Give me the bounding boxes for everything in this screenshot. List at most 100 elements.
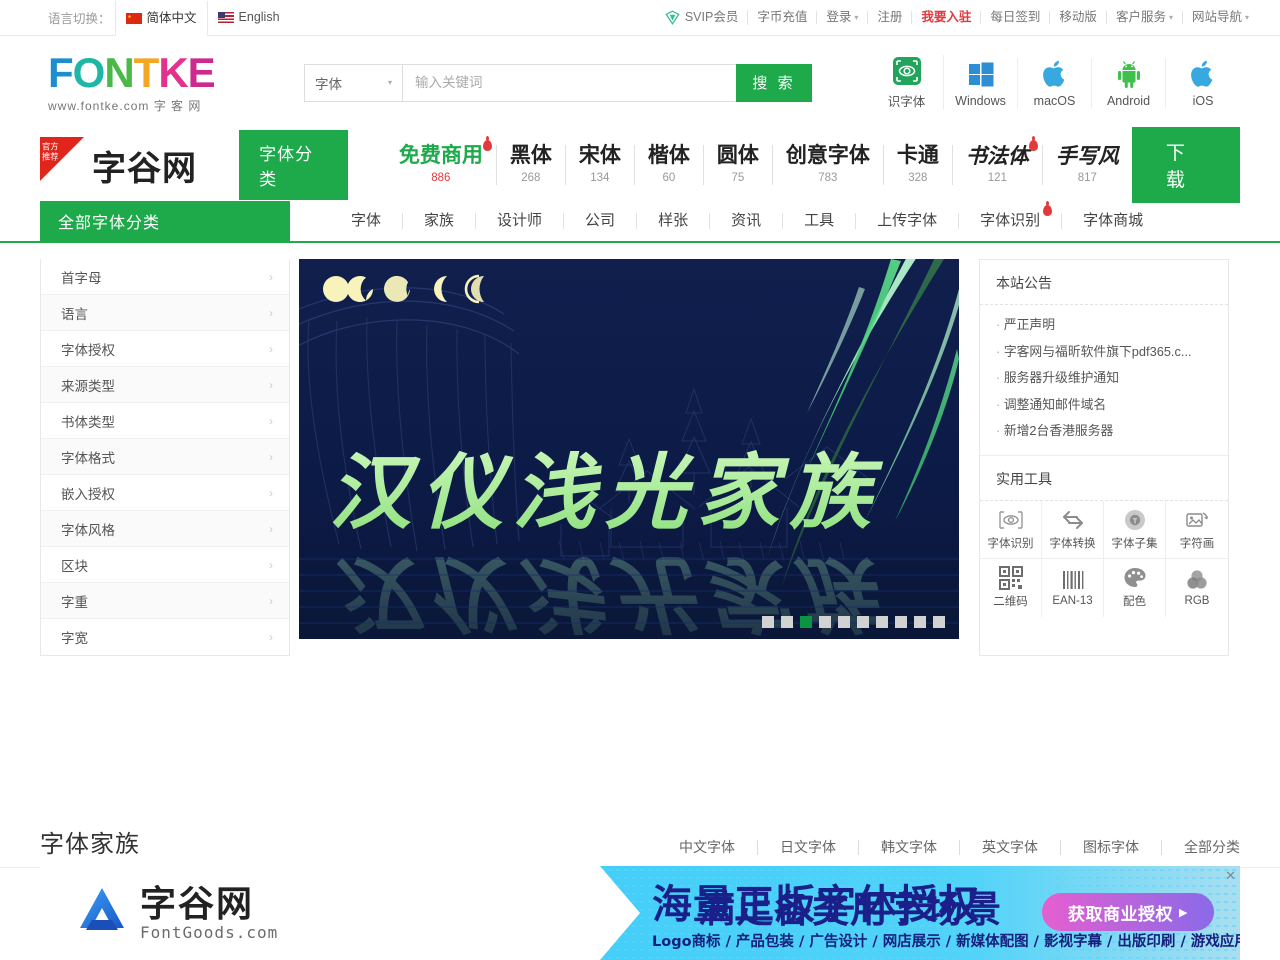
nav-item-fonts[interactable]: 字体 bbox=[330, 213, 404, 229]
tool-color-palette[interactable]: 配色 bbox=[1104, 558, 1166, 617]
platform-font-recognize[interactable]: 识字体 bbox=[870, 55, 944, 110]
platform-android[interactable]: Android bbox=[1092, 57, 1166, 108]
nav-item-families[interactable]: 家族 bbox=[403, 213, 477, 229]
tool-label: RGB bbox=[1184, 595, 1210, 607]
platform-windows[interactable]: Windows bbox=[944, 57, 1018, 108]
sidebar-item-label: 字重 bbox=[61, 594, 88, 610]
carousel-dot-1[interactable] bbox=[762, 616, 774, 628]
apple-icon bbox=[1020, 58, 1089, 90]
topbar-link-join[interactable]: 我要入驻 bbox=[912, 11, 982, 24]
site-logo[interactable]: FONTKE www.fontke.com 字 客 网 bbox=[48, 51, 268, 114]
partner-brand[interactable]: 官方推荐 字谷网 bbox=[40, 137, 231, 189]
hero-carousel[interactable]: 汉仪浅光家族 汉仪浅光家族 bbox=[299, 259, 959, 639]
sidebar-item-language[interactable]: 语言 › bbox=[41, 295, 289, 331]
topbar-link-service[interactable]: 客户服务 ▾ bbox=[1107, 10, 1183, 25]
family-link-korean[interactable]: 韩文字体 bbox=[859, 840, 960, 855]
topbar-link-svip[interactable]: SVIP会员 bbox=[656, 10, 749, 25]
nav-item-font-store[interactable]: 字体商城 bbox=[1062, 213, 1164, 229]
category-item-heiti[interactable]: 黑体 268 bbox=[497, 145, 566, 185]
tool-ean13[interactable]: EAN-13 bbox=[1042, 558, 1104, 617]
category-item-calligraphy[interactable]: 书法体 121 bbox=[953, 136, 1043, 185]
search-button[interactable]: 搜 索 bbox=[736, 63, 812, 102]
nav-item-news[interactable]: 资讯 bbox=[710, 213, 784, 229]
topbar-link-sitemap[interactable]: 网站导航 ▾ bbox=[1183, 10, 1258, 24]
nav-item-samples[interactable]: 样张 bbox=[637, 213, 711, 229]
category-item-kaiti[interactable]: 楷体 60 bbox=[635, 145, 704, 185]
sidebar-item-embedding-license[interactable]: 嵌入授权 › bbox=[41, 475, 289, 511]
carousel-dot-6[interactable] bbox=[857, 616, 869, 628]
nav-item-companies[interactable]: 公司 bbox=[564, 213, 638, 229]
topbar-link-recharge[interactable]: 字币充值 bbox=[748, 11, 818, 24]
family-link-all[interactable]: 全部分类 bbox=[1162, 840, 1240, 855]
sidebar-item-font-license[interactable]: 字体授权 › bbox=[41, 331, 289, 367]
hot-flame-icon bbox=[1028, 136, 1038, 152]
announcement-item[interactable]: 新增2台香港服务器 bbox=[996, 418, 1212, 445]
topbar-link-mobile[interactable]: 移动版 bbox=[1050, 11, 1107, 24]
sidebar-item-font-format[interactable]: 字体格式 › bbox=[41, 439, 289, 475]
announcement-item[interactable]: 服务器升级维护通知 bbox=[996, 365, 1212, 392]
carousel-dot-10[interactable] bbox=[933, 616, 945, 628]
tool-font-convert[interactable]: 字体转换 bbox=[1042, 500, 1104, 559]
announcement-item[interactable]: 调整通知邮件域名 bbox=[996, 392, 1212, 419]
search-type-select[interactable]: 字体 ▾ bbox=[304, 63, 402, 102]
download-button[interactable]: 下载 bbox=[1131, 127, 1240, 203]
family-link-english[interactable]: 英文字体 bbox=[960, 840, 1061, 855]
sidebar-item-source-type[interactable]: 来源类型 › bbox=[41, 367, 289, 403]
platform-macos[interactable]: macOS bbox=[1018, 57, 1092, 108]
carousel-dot-5[interactable] bbox=[838, 616, 850, 628]
rgb-circles-icon bbox=[1185, 568, 1209, 592]
category-item-songti[interactable]: 宋体 134 bbox=[566, 145, 635, 185]
announcement-item[interactable]: 字客网与福昕软件旗下pdf365.c... bbox=[996, 339, 1212, 366]
platform-ios[interactable]: iOS bbox=[1166, 58, 1240, 108]
carousel-dot-3[interactable] bbox=[800, 616, 812, 628]
category-item-kaiti-name: 楷体 bbox=[647, 144, 690, 168]
language-option-zh[interactable]: 简体中文 bbox=[114, 1, 208, 36]
carousel-dot-7[interactable] bbox=[876, 616, 888, 628]
logo-letter-f: F bbox=[48, 49, 74, 96]
topbar-link-checkin[interactable]: 每日签到 bbox=[981, 11, 1051, 24]
language-option-en[interactable]: English bbox=[208, 0, 290, 35]
family-link-japanese[interactable]: 日文字体 bbox=[758, 840, 859, 855]
tool-font-recognize[interactable]: 字体识别 bbox=[980, 500, 1042, 559]
announcements-list: 严正声明 字客网与福昕软件旗下pdf365.c... 服务器升级维护通知 调整通… bbox=[980, 305, 1228, 456]
sidebar-item-width[interactable]: 字宽 › bbox=[41, 619, 289, 655]
category-item-songti-name: 宋体 bbox=[578, 144, 621, 168]
ad-cta-button[interactable]: 获取商业授权 ▶ bbox=[1042, 893, 1214, 931]
font-classify-button[interactable]: 字体分类 bbox=[239, 130, 348, 200]
carousel-dot-8[interactable] bbox=[895, 616, 907, 628]
category-item-free-commercial[interactable]: 免费商用 886 bbox=[386, 136, 497, 185]
carousel-dot-4[interactable] bbox=[819, 616, 831, 628]
family-link-chinese[interactable]: 中文字体 bbox=[657, 840, 758, 855]
family-link-icon-fonts[interactable]: 图标字体 bbox=[1061, 840, 1162, 855]
category-item-handwriting[interactable]: 手写风 817 bbox=[1043, 145, 1132, 185]
tool-font-subset[interactable]: T 字体子集 bbox=[1104, 500, 1166, 559]
nav-item-font-recognition[interactable]: 字体识别 bbox=[959, 201, 1063, 229]
topbar-link-register[interactable]: 注册 bbox=[868, 11, 913, 24]
right-panel: 本站公告 严正声明 字客网与福昕软件旗下pdf365.c... 服务器升级维护通… bbox=[979, 259, 1229, 656]
tool-rgb[interactable]: RGB bbox=[1166, 559, 1228, 617]
nav-item-tools[interactable]: 工具 bbox=[783, 213, 857, 229]
tool-ascii-art[interactable]: 字符画 bbox=[1166, 501, 1228, 559]
sidebar-item-font-style[interactable]: 字体风格 › bbox=[41, 511, 289, 547]
category-item-creative[interactable]: 创意字体 783 bbox=[773, 145, 884, 185]
tool-qrcode[interactable]: 二维码 bbox=[980, 558, 1042, 617]
ad-close-button[interactable]: ✕ bbox=[1225, 869, 1236, 882]
logo-letter-k: K bbox=[158, 49, 188, 96]
carousel-dot-9[interactable] bbox=[914, 616, 926, 628]
nav-item-designers[interactable]: 设计师 bbox=[476, 213, 565, 229]
nav-items: 字体 家族 设计师 公司 样张 资讯 工具 上传字体 字体识别 字体商城 bbox=[330, 201, 1164, 241]
search-input[interactable] bbox=[402, 63, 736, 102]
chevron-down-icon: ▾ bbox=[1168, 13, 1173, 23]
topbar-link-login[interactable]: 登录 ▾ bbox=[817, 10, 869, 25]
sidebar-item-block[interactable]: 区块 › bbox=[41, 547, 289, 583]
nav-all-categories[interactable]: 全部字体分类 bbox=[40, 201, 290, 241]
category-item-cartoon[interactable]: 卡通 328 bbox=[884, 145, 953, 185]
announcement-item[interactable]: 严正声明 bbox=[996, 312, 1212, 339]
nav-item-upload-font[interactable]: 上传字体 bbox=[856, 213, 960, 229]
carousel-dot-2[interactable] bbox=[781, 616, 793, 628]
sidebar-item-initial-letter[interactable]: 首字母 › bbox=[41, 259, 289, 295]
category-item-yuanti[interactable]: 圆体 75 bbox=[704, 145, 773, 185]
ad-banner[interactable]: 字谷网 FontGoods.com 海量正版字体授权 Logo商标 / 产品包装… bbox=[40, 866, 1240, 960]
sidebar-item-script-type[interactable]: 书体类型 › bbox=[41, 403, 289, 439]
sidebar-item-weight[interactable]: 字重 › bbox=[41, 583, 289, 619]
